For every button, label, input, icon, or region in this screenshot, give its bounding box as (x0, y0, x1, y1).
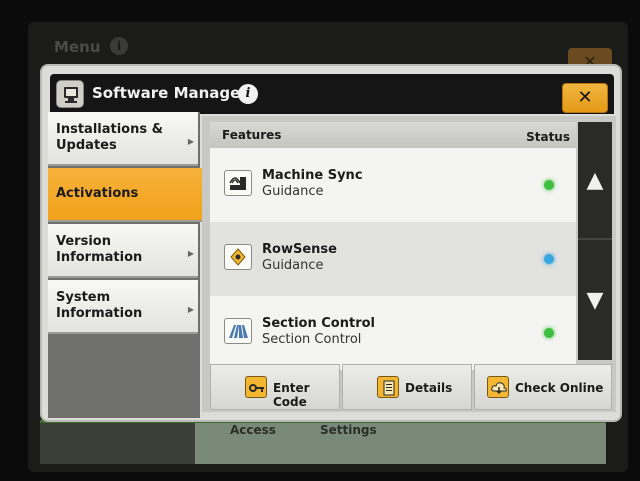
sidebar-item-installations-updates[interactable]: Installations & Updates ▶ (48, 112, 198, 166)
document-icon (377, 376, 399, 398)
features-table-header: Features Status (210, 122, 576, 148)
sidebar-item-version-information[interactable]: Version Information ▶ (48, 224, 198, 278)
check-online-button[interactable]: Check Online (474, 364, 612, 410)
status-indicator (544, 254, 554, 264)
background-bottom-label-access: Access (230, 423, 276, 437)
sidebar-item-label: Installations & Updates (56, 122, 163, 153)
action-button-bar: Enter Code Details Check Online (210, 364, 612, 410)
sidebar-item-system-information[interactable]: System Information ▶ (48, 280, 198, 334)
feature-name: Section Control (262, 316, 376, 331)
dialog-title: Software Manager (92, 84, 248, 102)
scroll-down-arrow-icon[interactable]: ▼ (578, 242, 612, 360)
background-bottom-bar: Access Settings (40, 420, 606, 464)
software-manager-app-icon (56, 80, 84, 108)
details-button[interactable]: Details (342, 364, 472, 410)
status-indicator (544, 180, 554, 190)
feature-category: Section Control (262, 332, 362, 347)
rowsense-icon (224, 244, 252, 270)
feature-category: Guidance (262, 184, 324, 199)
feature-name: Machine Sync (262, 168, 363, 183)
check-online-label: Check Online (515, 381, 604, 395)
section-control-icon (224, 318, 252, 344)
details-label: Details (405, 381, 453, 395)
background-info-icon: i (110, 37, 128, 55)
status-indicator (544, 328, 554, 338)
dialog-titlebar: Software Manager i (50, 74, 614, 114)
features-column-header: Features (222, 128, 282, 142)
sidebar: Installations & Updates ▶ Activations Ve… (48, 112, 214, 418)
background-bottom-tab (40, 423, 195, 464)
feature-row-section-control[interactable]: Section Control Section Control (210, 296, 576, 370)
chevron-right-icon: ▶ (187, 137, 194, 146)
info-icon[interactable]: i (238, 84, 258, 104)
sidebar-item-label: Version Information (56, 234, 143, 265)
feature-name: RowSense (262, 242, 337, 257)
machine-sync-icon (224, 170, 252, 196)
sidebar-item-label: System Information (56, 290, 143, 321)
enter-code-label: Enter Code (273, 381, 310, 409)
cloud-download-icon (487, 376, 509, 398)
features-panel: Features Status Machine Sync Guidance Ro… (202, 116, 616, 412)
chevron-right-icon: ▶ (187, 305, 194, 314)
sidebar-item-activations[interactable]: Activations (48, 168, 214, 222)
feature-row-rowsense[interactable]: RowSense Guidance (210, 222, 576, 296)
background-menu-label: Menu (54, 38, 101, 56)
feature-row-machine-sync[interactable]: Machine Sync Guidance (210, 148, 576, 222)
feature-category: Guidance (262, 258, 324, 273)
background-bottom-label-settings: Settings (320, 423, 377, 437)
scrollbar: ▲ ▼ (578, 122, 612, 360)
sidebar-item-label: Activations (56, 186, 139, 201)
chevron-right-icon: ▶ (187, 249, 194, 258)
software-manager-dialog: Software Manager i ✕ Installations & Upd… (40, 64, 622, 422)
key-icon (245, 376, 267, 398)
status-column-header: Status (526, 130, 570, 144)
close-button[interactable]: ✕ (562, 83, 608, 113)
features-list: Machine Sync Guidance RowSense Guidance (210, 148, 576, 370)
scroll-up-arrow-icon[interactable]: ▲ (578, 122, 612, 240)
enter-code-button[interactable]: Enter Code (210, 364, 340, 410)
